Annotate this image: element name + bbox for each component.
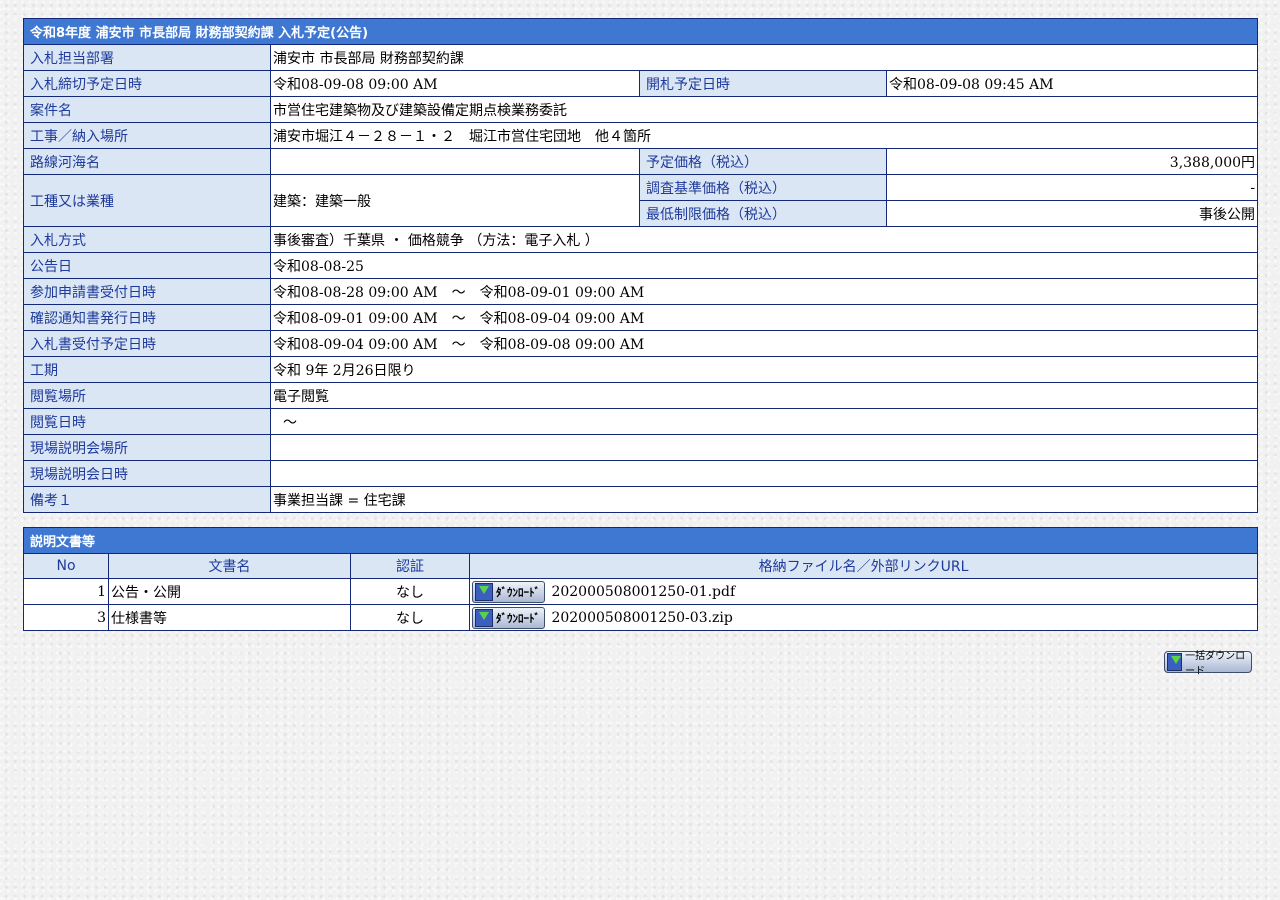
dept-value: 浦安市 市長部局 財務部契約課 <box>269 44 1259 71</box>
location-label: 工事／納入場所 <box>23 122 271 149</box>
download-icon <box>475 608 493 627</box>
min-price-value: 事後公開 <box>885 200 1259 227</box>
download-button-label: ﾀﾞｳﾝﾛｰﾄﾞ <box>496 585 540 599</box>
planned-price-label: 予定価格（税込） <box>639 148 887 175</box>
doc-name: 公告・公開 <box>108 578 351 605</box>
dept-label: 入札担当部署 <box>23 44 271 71</box>
deadline-value: 令和08-09-08 09:00 AM <box>270 70 640 97</box>
category-label: 工種又は業種 <box>23 174 271 227</box>
doc-file-cell: ﾀﾞｳﾝﾛｰﾄﾞ 202000508001250-01.pdf <box>468 578 1259 605</box>
period-label: 工期 <box>23 356 271 383</box>
doc-no: 3 <box>23 604 109 631</box>
download-icon <box>1167 653 1183 671</box>
method-value: 事後審査）千葉県 ・ 価格競争 （方法：電子入札 ） <box>269 226 1259 253</box>
application-label: 参加申請書受付日時 <box>23 278 271 305</box>
bulk-download-button[interactable]: 一括ダウンロード <box>1164 651 1252 677</box>
download-icon <box>475 582 493 601</box>
doc-name: 仕様書等 <box>108 604 351 631</box>
doc-no: 1 <box>23 578 109 605</box>
survey-price-value: - <box>885 174 1259 201</box>
briefing-time-label: 現場説明会日時 <box>23 460 271 487</box>
remarks-value: 事業担当課 = 住宅課 <box>269 486 1259 513</box>
col-file-header: 格納ファイル名／外部リンクURL <box>468 553 1259 579</box>
table-row: 3 仕様書等 なし ﾀﾞｳﾝﾛｰﾄﾞ 202000508001250-03.zi… <box>23 604 1259 631</box>
opening-value: 令和08-09-08 09:45 AM <box>885 70 1259 97</box>
period-value: 令和 9年 2月26日限り <box>269 356 1259 383</box>
viewing-time-value: ～ <box>269 408 1259 435</box>
briefing-time-value <box>269 460 1259 487</box>
deadline-label: 入札締切予定日時 <box>23 70 271 97</box>
opening-label: 開札予定日時 <box>639 70 887 97</box>
viewing-place-label: 閲覧場所 <box>23 382 271 409</box>
route-label: 路線河海名 <box>23 148 271 175</box>
method-label: 入札方式 <box>23 226 271 253</box>
survey-price-label: 調査基準価格（税込） <box>639 174 887 201</box>
doc-auth: なし <box>350 578 470 605</box>
table-row: 1 公告・公開 なし ﾀﾞｳﾝﾛｰﾄﾞ 202000508001250-01.p… <box>23 578 1259 605</box>
notice-date-value: 令和08-08-25 <box>269 252 1259 279</box>
confirmation-value: 令和08-09-01 09:00 AM ～ 令和08-09-04 09:00 A… <box>269 304 1259 331</box>
notice-date-label: 公告日 <box>23 252 271 279</box>
viewing-place-value: 電子閲覧 <box>269 382 1259 409</box>
documents-title: 説明文書等 <box>22 527 1259 554</box>
bid-detail-table: 令和8年度 浦安市 市長部局 財務部契約課 入札予定(公告) 入札担当部署 浦安… <box>22 18 1259 513</box>
col-name-header: 文書名 <box>108 553 351 579</box>
documents-header-row: No 文書名 認証 格納ファイル名／外部リンクURL <box>23 553 1259 579</box>
download-button[interactable]: ﾀﾞｳﾝﾛｰﾄﾞ <box>472 580 545 603</box>
confirmation-label: 確認通知書発行日時 <box>23 304 271 331</box>
doc-auth: なし <box>350 604 470 631</box>
bid-receipt-value: 令和08-09-04 09:00 AM ～ 令和08-09-08 09:00 A… <box>269 330 1259 357</box>
download-button[interactable]: ﾀﾞｳﾝﾛｰﾄﾞ <box>472 606 545 629</box>
col-no-header: No <box>23 553 109 579</box>
route-value <box>270 148 640 175</box>
doc-file-cell: ﾀﾞｳﾝﾛｰﾄﾞ 202000508001250-03.zip <box>468 604 1259 631</box>
application-value: 令和08-08-28 09:00 AM ～ 令和08-09-01 09:00 A… <box>269 278 1259 305</box>
documents-table: 説明文書等 No 文書名 認証 格納ファイル名／外部リンクURL 1 公告・公開… <box>22 527 1259 631</box>
location-value: 浦安市堀江４－２８－１・２ 堀江市営住宅団地 他４箇所 <box>269 122 1259 149</box>
bid-receipt-label: 入札書受付予定日時 <box>23 330 271 357</box>
bulk-download-label: 一括ダウンロード <box>1185 651 1246 677</box>
briefing-place-value <box>269 434 1259 461</box>
doc-file-name: 202000508001250-01.pdf <box>551 583 736 600</box>
remarks-label: 備考１ <box>23 486 271 513</box>
doc-file-name: 202000508001250-03.zip <box>551 609 733 626</box>
planned-price-value: 3,388,000円 <box>885 148 1259 175</box>
download-button-label: ﾀﾞｳﾝﾛｰﾄﾞ <box>496 611 540 625</box>
min-price-label: 最低制限価格（税込） <box>639 200 887 227</box>
project-value: 市営住宅建築物及び建築設備定期点検業務委託 <box>269 96 1259 123</box>
page-title: 令和8年度 浦安市 市長部局 財務部契約課 入札予定(公告) <box>22 18 1259 45</box>
viewing-time-label: 閲覧日時 <box>23 408 271 435</box>
briefing-place-label: 現場説明会場所 <box>23 434 271 461</box>
col-auth-header: 認証 <box>350 553 470 579</box>
project-label: 案件名 <box>23 96 271 123</box>
category-value: 建築：建築一般 <box>270 174 640 227</box>
